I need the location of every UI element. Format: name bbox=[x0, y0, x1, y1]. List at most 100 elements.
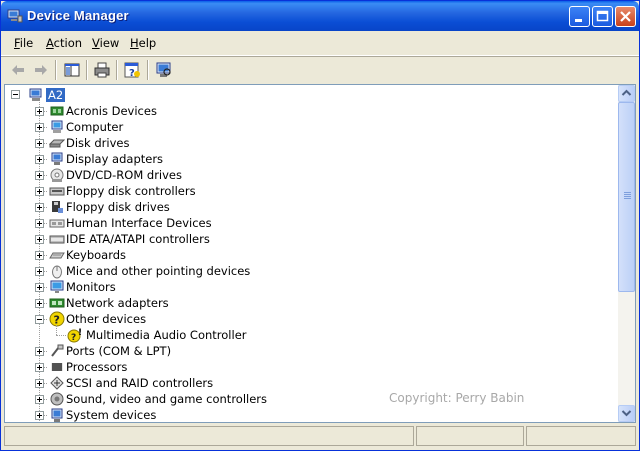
status-pane-main bbox=[4, 426, 414, 446]
scroll-up-button[interactable] bbox=[618, 85, 635, 102]
scroll-down-button[interactable] bbox=[618, 405, 635, 422]
minus-icon bbox=[37, 319, 42, 320]
plus-icon bbox=[39, 237, 40, 242]
tree-item-label: Acronis Devices bbox=[66, 104, 157, 118]
plus-icon bbox=[39, 413, 40, 418]
tree-item-label: Monitors bbox=[66, 280, 116, 294]
menu-file[interactable]: File bbox=[14, 36, 33, 50]
tree-item-label: Floppy disk drives bbox=[66, 200, 170, 214]
tree-item-label: Network adapters bbox=[66, 296, 169, 310]
expand-toggle[interactable] bbox=[35, 107, 44, 116]
plus-icon bbox=[39, 221, 40, 226]
root-computer-icon bbox=[29, 88, 42, 101]
expand-toggle[interactable] bbox=[35, 267, 44, 276]
expand-toggle[interactable] bbox=[35, 411, 44, 420]
processor-icon bbox=[51, 363, 63, 371]
svg-text:?: ? bbox=[71, 333, 76, 343]
collapse-toggle[interactable] bbox=[35, 315, 44, 324]
back-arrow-icon[interactable] bbox=[8, 60, 28, 80]
device-manager-icon bbox=[7, 9, 23, 23]
tree-connector bbox=[56, 335, 66, 337]
expand-toggle[interactable] bbox=[35, 347, 44, 356]
device-tree[interactable]: A2 Acronis Devices Computer Disk drives Disp… bbox=[5, 85, 619, 422]
close-button[interactable] bbox=[615, 6, 636, 27]
tree-item-label: Processors bbox=[66, 360, 128, 374]
plus-icon bbox=[39, 189, 40, 194]
expand-toggle[interactable] bbox=[35, 251, 44, 260]
sound-icon bbox=[50, 392, 64, 406]
tree-connector bbox=[56, 325, 58, 335]
title-bar[interactable]: Device Manager bbox=[1, 1, 639, 31]
tree-item-label: IDE ATA/ATAPI controllers bbox=[66, 232, 210, 246]
toolbar: ? bbox=[1, 56, 639, 83]
tree-item-label: Other devices bbox=[66, 312, 147, 326]
status-bar bbox=[4, 426, 636, 447]
plus-icon bbox=[39, 301, 40, 306]
expand-toggle[interactable] bbox=[35, 283, 44, 292]
display-adapter-icon bbox=[51, 152, 63, 165]
plus-icon bbox=[39, 365, 40, 370]
arrow-down-icon bbox=[621, 410, 632, 417]
status-pane-3 bbox=[526, 426, 636, 446]
collapse-toggle[interactable] bbox=[11, 90, 20, 99]
tree-item-label: Floppy disk controllers bbox=[66, 184, 196, 198]
scsi-icon bbox=[50, 376, 64, 390]
tree-item-label: Sound, video and game controllers bbox=[66, 392, 268, 406]
grip-line bbox=[624, 194, 631, 195]
plus-icon bbox=[39, 381, 40, 386]
tree-item-label: Disk drives bbox=[66, 136, 130, 150]
computer-icon bbox=[51, 120, 63, 133]
plus-icon bbox=[39, 173, 40, 178]
minimize-icon bbox=[575, 19, 582, 22]
menu-view[interactable]: View bbox=[92, 36, 119, 50]
plus-icon bbox=[39, 253, 40, 258]
expand-toggle[interactable] bbox=[35, 219, 44, 228]
grip-line bbox=[624, 196, 631, 197]
port-icon bbox=[51, 344, 64, 357]
expand-toggle[interactable] bbox=[35, 123, 44, 132]
tree-child-label[interactable]: Multimedia Audio Controller bbox=[86, 328, 247, 342]
svg-text:!: ! bbox=[78, 328, 82, 338]
tree-root-label[interactable]: A2 bbox=[46, 88, 66, 102]
close-icon bbox=[620, 11, 631, 22]
show-hide-console-tree-icon[interactable] bbox=[62, 60, 82, 80]
scrollbar-thumb[interactable] bbox=[618, 102, 635, 292]
mouse-icon bbox=[52, 265, 62, 279]
expand-toggle[interactable] bbox=[35, 395, 44, 404]
vertical-scrollbar[interactable] bbox=[618, 85, 635, 422]
ide-controller-icon bbox=[49, 235, 65, 244]
expand-toggle[interactable] bbox=[35, 363, 44, 372]
tree-item-label: Keyboards bbox=[66, 248, 127, 262]
grip-line bbox=[624, 192, 631, 193]
tree-item-label: System devices bbox=[66, 408, 157, 422]
scan-hardware-icon[interactable] bbox=[154, 60, 174, 80]
keyboard-icon bbox=[49, 252, 65, 259]
expand-toggle[interactable] bbox=[35, 379, 44, 388]
forward-arrow-icon[interactable] bbox=[31, 60, 51, 80]
expand-toggle[interactable] bbox=[35, 171, 44, 180]
tree-item-label: Computer bbox=[66, 120, 124, 134]
menu-action[interactable]: Action bbox=[46, 36, 82, 50]
print-icon[interactable] bbox=[92, 60, 112, 80]
expand-toggle[interactable] bbox=[35, 187, 44, 196]
maximize-icon bbox=[596, 10, 609, 22]
plus-icon bbox=[39, 349, 40, 354]
plus-icon bbox=[39, 141, 40, 146]
toolbar-separator bbox=[55, 60, 57, 80]
minimize-button[interactable] bbox=[569, 6, 590, 27]
toolbar-separator bbox=[147, 60, 149, 80]
tree-item-label: Display adapters bbox=[66, 152, 164, 166]
grip-line bbox=[624, 198, 631, 199]
plus-icon bbox=[39, 157, 40, 162]
expand-toggle[interactable] bbox=[35, 299, 44, 308]
expand-toggle[interactable] bbox=[35, 235, 44, 244]
expand-toggle[interactable] bbox=[35, 139, 44, 148]
device-tree-panel[interactable]: A2 Acronis Devices Computer Disk drives Disp… bbox=[4, 84, 636, 423]
expand-toggle[interactable] bbox=[35, 155, 44, 164]
expand-toggle[interactable] bbox=[35, 203, 44, 212]
menu-help[interactable]: Help bbox=[130, 36, 156, 50]
maximize-button[interactable] bbox=[592, 6, 613, 27]
help-properties-icon[interactable]: ? bbox=[122, 60, 142, 80]
floppy-controller-icon bbox=[49, 187, 65, 196]
plus-icon bbox=[39, 125, 40, 130]
